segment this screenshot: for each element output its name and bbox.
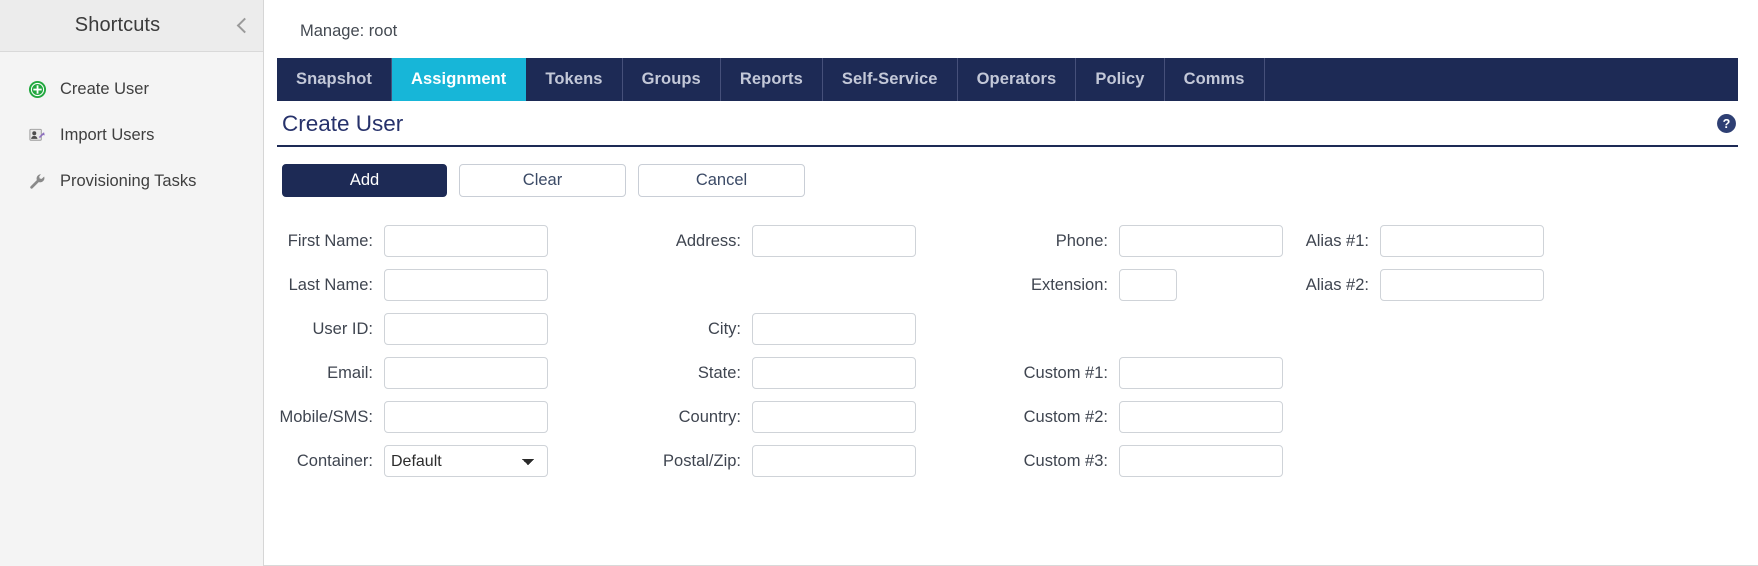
container-label: Container: [296, 451, 373, 470]
svg-text:?: ? [1723, 117, 1731, 131]
plus-circle-icon [28, 80, 47, 99]
tab-operators[interactable]: Operators [957, 58, 1077, 101]
tab-self-service[interactable]: Self-Service [822, 58, 958, 101]
sidebar-item-provisioning-tasks[interactable]: Provisioning Tasks [0, 158, 263, 204]
sidebar-item-label: Import Users [60, 125, 155, 144]
field-row-country: Country: [637, 395, 916, 439]
extension-input[interactable] [1119, 269, 1177, 301]
import-users-icon [28, 126, 47, 145]
alias-2-input[interactable] [1380, 269, 1544, 301]
city-input[interactable] [752, 313, 916, 345]
field-row-address: Address: [637, 219, 916, 263]
field-row-city: City: [637, 307, 916, 351]
app-root: Shortcuts Create User Import Users Provi… [0, 0, 1758, 566]
tab-snapshot[interactable]: Snapshot [277, 58, 392, 101]
page-title: Create User [282, 111, 404, 136]
mobile-sms-input[interactable] [384, 401, 548, 433]
custom-2-input[interactable] [1119, 401, 1283, 433]
cancel-button[interactable]: Cancel [638, 164, 805, 197]
field-row-state: State: [637, 351, 916, 395]
field-row-custom-1: Custom #1: [991, 351, 1283, 395]
postal-zip-label: Postal/Zip: [663, 451, 741, 470]
sidebar-list: Create User Import Users Provisioning Ta… [0, 52, 263, 204]
tab-reports[interactable]: Reports [720, 58, 823, 101]
sidebar-item-label: Create User [60, 79, 149, 98]
last-name-input[interactable] [384, 269, 548, 301]
alias-1-label: Alias #1: [1305, 231, 1369, 250]
field-row-custom-3: Custom #3: [991, 439, 1283, 483]
email-input[interactable] [384, 357, 548, 389]
field-row-postal-zip: Postal/Zip: [637, 439, 916, 483]
sidebar-title: Shortcuts [74, 14, 161, 36]
email-label: Email: [327, 363, 373, 382]
main-content: Manage: root Snapshot Assignment Tokens … [264, 0, 1758, 566]
chevron-left-icon [236, 17, 252, 34]
field-row-last-name: Last Name: [264, 263, 548, 307]
custom-1-label: Custom #1: [1023, 363, 1108, 382]
first-name-input[interactable] [384, 225, 548, 257]
phone-input[interactable] [1119, 225, 1283, 257]
field-row-first-name: First Name: [264, 219, 548, 263]
custom-3-label: Custom #3: [1023, 451, 1108, 470]
field-row-alias-2: Alias #2: [1282, 263, 1544, 307]
field-row-mobile-sms: Mobile/SMS: [264, 395, 548, 439]
tab-comms[interactable]: Comms [1164, 58, 1265, 101]
last-name-label: Last Name: [288, 275, 373, 294]
field-row-alias-1: Alias #1: [1282, 219, 1544, 263]
field-row-custom-2: Custom #2: [991, 395, 1283, 439]
add-button[interactable]: Add [282, 164, 447, 197]
tab-tokens[interactable]: Tokens [526, 58, 623, 101]
address-input[interactable] [752, 225, 916, 257]
alias-2-label: Alias #2: [1305, 275, 1369, 294]
state-input[interactable] [752, 357, 916, 389]
tab-groups[interactable]: Groups [622, 58, 721, 101]
custom-2-label: Custom #2: [1023, 407, 1108, 426]
sidebar-collapse-button[interactable] [221, 17, 263, 34]
address-label: Address: [675, 231, 741, 250]
sidebar-item-create-user[interactable]: Create User [0, 66, 263, 112]
custom-3-input[interactable] [1119, 445, 1283, 477]
sidebar-item-label: Provisioning Tasks [60, 171, 197, 190]
tab-assignment[interactable]: Assignment [391, 58, 527, 101]
tab-bar: Snapshot Assignment Tokens Groups Report… [277, 58, 1738, 101]
custom-1-input[interactable] [1119, 357, 1283, 389]
user-id-input[interactable] [384, 313, 548, 345]
sidebar-header: Shortcuts [0, 0, 263, 52]
sidebar-item-import-users[interactable]: Import Users [0, 112, 263, 158]
alias-1-input[interactable] [1380, 225, 1544, 257]
action-button-row: Add Clear Cancel [282, 164, 1758, 197]
user-id-label: User ID: [312, 319, 373, 338]
clear-button[interactable]: Clear [459, 164, 626, 197]
country-input[interactable] [752, 401, 916, 433]
container-select[interactable]: Default [384, 445, 548, 477]
tab-bar-filler [1264, 58, 1738, 101]
wrench-icon [28, 172, 47, 191]
city-label: City: [708, 319, 741, 338]
state-label: State: [697, 363, 741, 382]
country-label: Country: [678, 407, 741, 426]
field-row-extension: Extension: [991, 263, 1177, 307]
first-name-label: First Name: [287, 231, 373, 250]
tab-policy[interactable]: Policy [1076, 58, 1165, 101]
field-row-phone: Phone: [991, 219, 1283, 263]
phone-label: Phone: [1055, 231, 1108, 250]
postal-zip-input[interactable] [752, 445, 916, 477]
create-user-form: First Name: Last Name: User ID: Email: M… [264, 219, 1758, 497]
page-title-bar: Create User ? [277, 101, 1738, 147]
field-row-user-id: User ID: [264, 307, 548, 351]
sidebar: Shortcuts Create User Import Users Provi… [0, 0, 264, 566]
extension-label: Extension: [1030, 275, 1108, 294]
breadcrumb: Manage: root [300, 22, 398, 40]
mobile-sms-label: Mobile/SMS: [279, 407, 373, 426]
field-row-container: Container: Default [264, 439, 548, 483]
field-row-email: Email: [264, 351, 548, 395]
help-circle-icon[interactable]: ? [1716, 113, 1737, 134]
